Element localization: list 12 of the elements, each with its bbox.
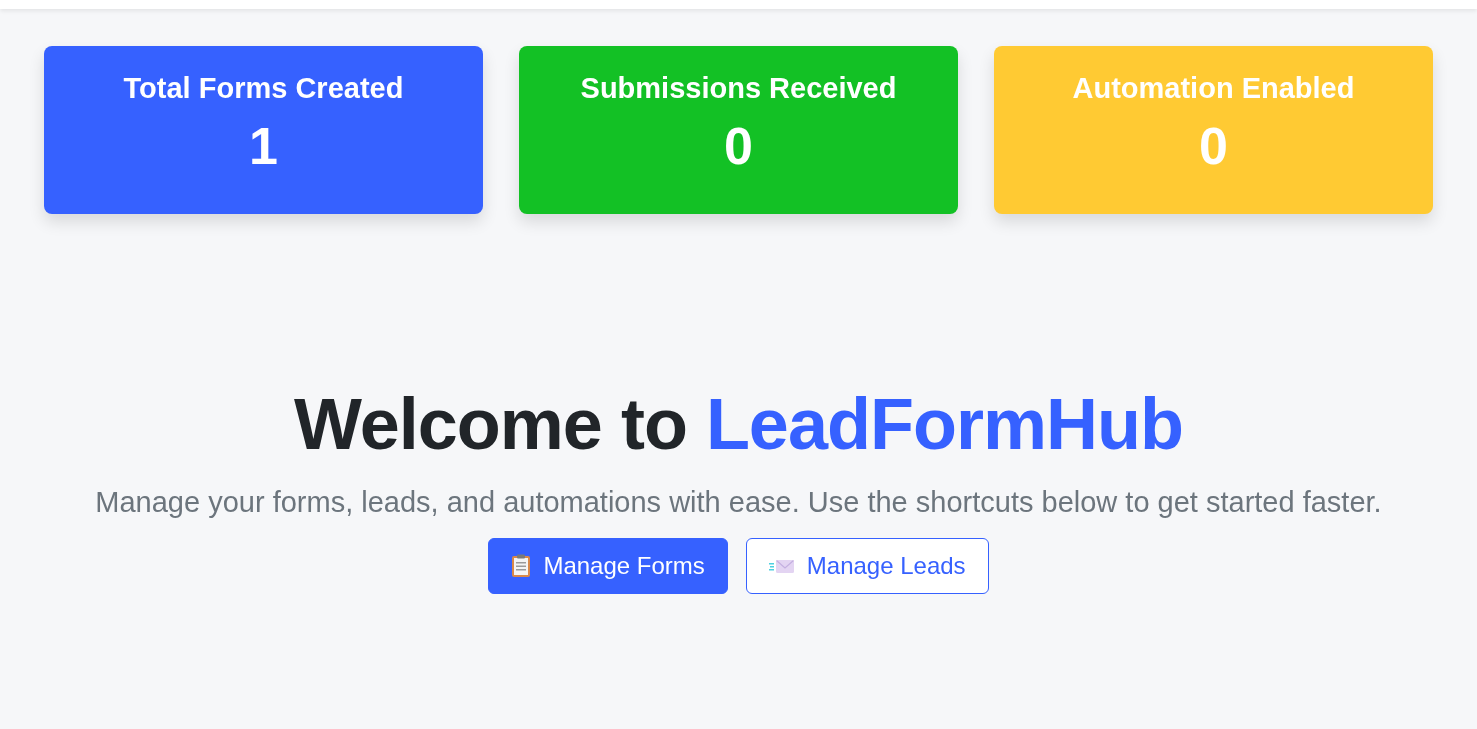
manage-leads-button[interactable]: Manage Leads — [745, 538, 989, 594]
welcome-subtitle: Manage your forms, leads, and automations with ease. Use the shortcuts below to get started faster. — [94, 485, 1383, 520]
clipboard-icon — [511, 554, 532, 578]
welcome-heading: Welcome to — [294, 384, 687, 464]
stat-title: Automation Enabled — [1072, 71, 1355, 106]
stat-title: Submissions Received — [580, 71, 897, 106]
stat-value: 0 — [724, 116, 753, 176]
manage-forms-button[interactable]: Manage Forms — [488, 538, 728, 594]
stat-title: Total Forms Created — [123, 71, 404, 106]
stat-value: 1 — [249, 116, 278, 176]
stat-value: 0 — [1199, 116, 1228, 176]
brand-name: LeadFormHub — [705, 384, 1183, 464]
